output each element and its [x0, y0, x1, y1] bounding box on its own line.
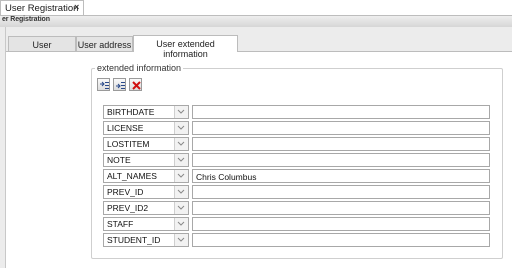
- property-row: PREV_ID2: [103, 201, 490, 215]
- property-key-value: PREV_ID: [107, 187, 144, 197]
- property-value-input[interactable]: [192, 185, 490, 199]
- add-row-button[interactable]: [97, 78, 110, 91]
- insert-row-icon: [116, 82, 125, 89]
- property-value-input[interactable]: [192, 137, 490, 151]
- add-row-icon: [100, 81, 109, 89]
- property-key-value: LOSTITEM: [107, 139, 150, 149]
- property-row: ALT_NAMES: [103, 169, 490, 183]
- property-key-value: NOTE: [107, 155, 131, 165]
- property-row: STUDENT_ID: [103, 233, 490, 247]
- document-tab-label: User Registration: [5, 3, 79, 14]
- property-key-value: BIRTHDATE: [107, 107, 155, 117]
- property-key-select[interactable]: ALT_NAMES: [103, 169, 189, 183]
- property-row: NOTE: [103, 153, 490, 167]
- tab-user-address[interactable]: User address: [76, 36, 133, 52]
- property-key-value: STAFF: [107, 219, 134, 229]
- property-key-select[interactable]: PREV_ID: [103, 185, 189, 199]
- property-value-input[interactable]: [192, 105, 490, 119]
- property-key-select[interactable]: PREV_ID2: [103, 201, 189, 215]
- chevron-down-icon[interactable]: [174, 186, 188, 198]
- property-key-value: STUDENT_ID: [107, 235, 161, 245]
- property-key-select[interactable]: STAFF: [103, 217, 189, 231]
- insert-row-button[interactable]: [113, 78, 126, 91]
- chevron-down-icon[interactable]: [174, 106, 188, 118]
- property-value-input[interactable]: [192, 153, 490, 167]
- delete-row-button[interactable]: [129, 78, 142, 91]
- property-key-select[interactable]: STUDENT_ID: [103, 233, 189, 247]
- property-value-input[interactable]: [192, 217, 490, 231]
- property-row: PREV_ID: [103, 185, 490, 199]
- tab-user-extended-information[interactable]: User extended information: [133, 35, 238, 59]
- close-icon[interactable]: ×: [74, 2, 79, 12]
- tab-label: User extended information: [156, 39, 215, 59]
- chevron-down-icon[interactable]: [174, 138, 188, 150]
- property-key-select[interactable]: BIRTHDATE: [103, 105, 189, 119]
- chevron-down-icon[interactable]: [174, 170, 188, 182]
- property-value-input[interactable]: [192, 121, 490, 135]
- document-tab[interactable]: User Registration ×: [0, 0, 84, 15]
- property-value-input[interactable]: [192, 201, 490, 215]
- group-legend: extended information: [95, 63, 184, 73]
- property-row: BIRTHDATE: [103, 105, 490, 119]
- chevron-down-icon[interactable]: [174, 202, 188, 214]
- property-row: LOSTITEM: [103, 137, 490, 151]
- chevron-down-icon[interactable]: [174, 234, 188, 246]
- tab-label: User address: [77, 40, 132, 50]
- property-value-input[interactable]: [192, 169, 490, 183]
- property-key-value: PREV_ID2: [107, 203, 149, 213]
- chevron-down-icon[interactable]: [174, 154, 188, 166]
- chevron-down-icon[interactable]: [174, 122, 188, 134]
- property-value-input[interactable]: [192, 233, 490, 247]
- property-row: STAFF: [103, 217, 490, 231]
- property-key-select[interactable]: LICENSE: [103, 121, 189, 135]
- delete-row-icon: [132, 81, 141, 90]
- property-key-select[interactable]: LOSTITEM: [103, 137, 189, 151]
- property-key-value: ALT_NAMES: [107, 171, 157, 181]
- property-row: LICENSE: [103, 121, 490, 135]
- property-key-select[interactable]: NOTE: [103, 153, 189, 167]
- property-key-value: LICENSE: [107, 123, 144, 133]
- chevron-down-icon[interactable]: [174, 218, 188, 230]
- window-title: er Registration: [2, 16, 50, 23]
- tab-user-information[interactable]: User information: [8, 36, 76, 60]
